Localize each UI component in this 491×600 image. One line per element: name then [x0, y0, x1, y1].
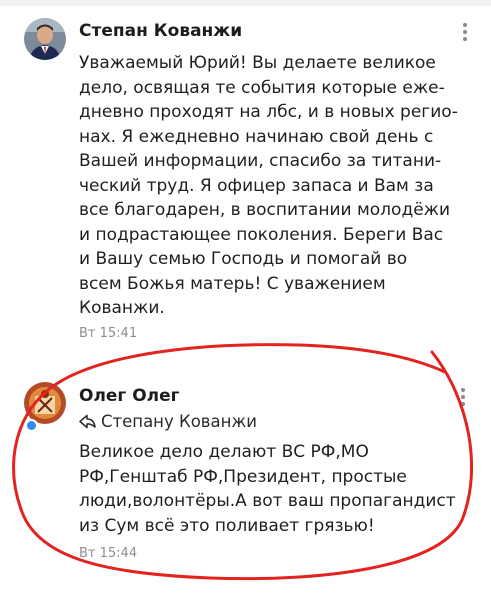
text-line: ческий труд. Я офицер запаса и Вам за: [79, 175, 434, 196]
more-vertical-icon[interactable]: [455, 386, 471, 408]
text-line: дело, освящая те события которые еже-: [79, 77, 445, 98]
text-line: люди,волонтёры.А вот ваш пропагандист: [79, 491, 456, 511]
text-line: из Сум всё это поливает грязью!: [79, 515, 375, 536]
author-name[interactable]: Степан Кованжи: [79, 21, 242, 41]
text-line: Великое дело делают ВС РФ,МО: [79, 442, 369, 462]
online-indicator: [25, 419, 38, 432]
text-line: и Вашу семью Господь и помогай во: [79, 249, 408, 269]
text-line: РФ,Генштаб РФ,Президент, простые: [79, 466, 407, 487]
reply-arrow-icon: [79, 414, 96, 429]
avatar-oleg[interactable]: [24, 382, 66, 424]
text-line: все благодарен, в воспитании молодёжи: [79, 200, 451, 220]
comment-oleg: Олег Олег Степану Кованжи Великое дело д…: [0, 360, 491, 600]
text-line: и подрастающее поколения. Береги Вас: [79, 224, 444, 245]
more-vertical-icon[interactable]: [457, 21, 473, 43]
timestamp: Вт 15:44: [79, 546, 138, 561]
comment-text: Уважаемый Юрий! Вы делаете великое дело,…: [79, 51, 458, 321]
text-line: дневно проходят на лбс, и в новых регио-: [79, 102, 458, 122]
reply-reference[interactable]: Степану Кованжи: [79, 412, 257, 431]
comment-text: Великое дело делают ВС РФ,МО РФ,Генштаб …: [79, 440, 456, 538]
text-line: Вашей информации, спасибо за титани-: [79, 151, 442, 171]
comment-stepan: Степан Кованжи Уважаемый Юрий! Вы делает…: [0, 0, 491, 350]
avatar-stepan[interactable]: [24, 18, 66, 60]
text-line: Кованжи.: [79, 298, 165, 318]
text-line: нах. Я ежедневно начинаю свой день с: [79, 126, 434, 147]
text-line: Уважаемый Юрий! Вы делаете великое: [79, 53, 436, 73]
reply-target: Степану Кованжи: [101, 412, 258, 431]
author-name[interactable]: Олег Олег: [79, 386, 180, 406]
text-line: всем Божья матерь! С уважением: [79, 273, 386, 294]
timestamp: Вт 15:41: [79, 326, 138, 341]
